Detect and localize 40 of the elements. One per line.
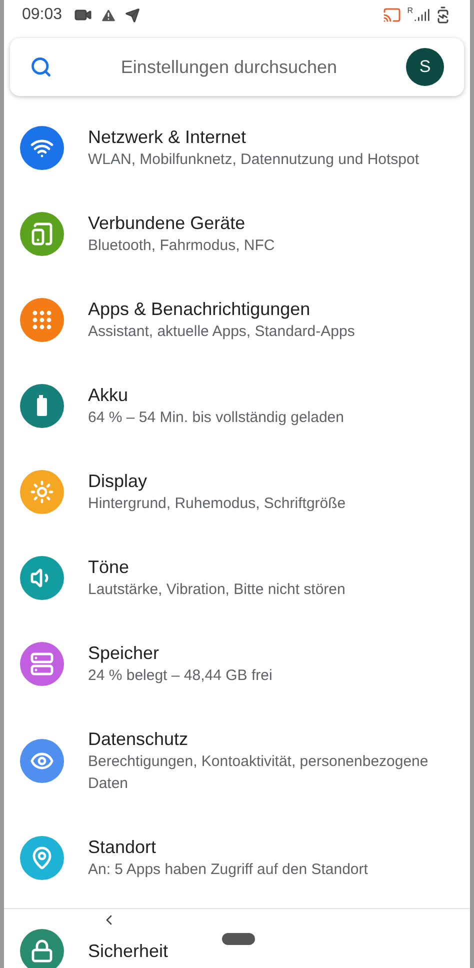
settings-item[interactable]: Display Hintergrund, Ruhemodus, Schriftgröße bbox=[4, 449, 470, 535]
item-subtitle: Bluetooth, Fahrmodus, NFC bbox=[88, 236, 275, 256]
item-subtitle: Lautstärke, Vibration, Bitte nicht stören bbox=[88, 580, 346, 600]
search-icon bbox=[30, 56, 52, 78]
account-avatar[interactable]: S bbox=[406, 48, 444, 86]
settings-item[interactable]: Speicher 24 % belegt – 48,44 GB frei bbox=[4, 621, 470, 707]
item-subtitle: WLAN, Mobilfunknetz, Datennutzung und Hotspot bbox=[88, 150, 420, 170]
settings-item[interactable]: Sicherheit bbox=[4, 901, 178, 968]
item-title: Standort bbox=[88, 836, 158, 859]
item-title: Akku bbox=[88, 384, 130, 407]
item-subtitle: Assistant, aktuelle Apps, Standard-Apps bbox=[88, 322, 355, 342]
item-title: Display bbox=[88, 470, 148, 493]
status-time: 09:03 bbox=[22, 5, 62, 25]
item-title: Verbundene Geräte bbox=[88, 212, 246, 235]
item-subtitle: Berechtigungen, Kontoaktivität, personenbezogene Daten bbox=[88, 752, 430, 794]
item-subtitle: Hintergrund, Ruhemodus, Schriftgröße bbox=[88, 494, 346, 514]
item-title: Sicherheit bbox=[88, 940, 168, 963]
item-title: Datenschutz bbox=[88, 728, 190, 751]
item-title: Töne bbox=[88, 556, 130, 579]
item-subtitle: 64 % – 54 Min. bis vollständig geladen bbox=[88, 408, 344, 428]
settings-item[interactable]: Datenschutz Berechtigungen, Kontoaktivität, personenbezogene Daten bbox=[4, 707, 470, 815]
signal-icon bbox=[414, 7, 430, 23]
item-title: Speicher bbox=[88, 642, 160, 665]
warning-icon bbox=[100, 6, 118, 24]
cast-icon bbox=[383, 6, 402, 24]
item-subtitle: An: 5 Apps haben Zugriff auf den Standort bbox=[88, 860, 368, 880]
home-handle[interactable] bbox=[222, 933, 255, 945]
item-title: Apps & Benachrichtigungen bbox=[88, 298, 312, 321]
item-title: Netzwerk & Internet bbox=[88, 126, 248, 149]
roaming-indicator: R bbox=[407, 5, 413, 17]
search-field[interactable]: Einstellungen durchsuchen bbox=[52, 54, 406, 80]
settings-item[interactable]: Standort An: 5 Apps haben Zugriff auf den Standort bbox=[4, 815, 470, 901]
search-bar[interactable]: Einstellungen durchsuchen S bbox=[10, 38, 464, 96]
settings-item[interactable]: Töne Lautstärke, Vibration, Bitte nicht stören bbox=[4, 535, 470, 621]
settings-item[interactable]: Apps & Benachrichtigungen Assistant, aktuelle Apps, Standard-Apps bbox=[4, 277, 470, 363]
settings-item[interactable]: Verbundene Geräte Bluetooth, Fahrmodus, NFC bbox=[4, 191, 470, 277]
send-icon bbox=[125, 8, 140, 22]
settings-item[interactable]: Netzwerk & Internet WLAN, Mobilfunknetz, Datennutzung und Hotspot bbox=[4, 105, 470, 191]
settings-item[interactable]: Akku 64 % – 54 Min. bis vollständig geladen bbox=[4, 363, 470, 449]
item-subtitle: 24 % belegt – 48,44 GB frei bbox=[88, 666, 272, 686]
